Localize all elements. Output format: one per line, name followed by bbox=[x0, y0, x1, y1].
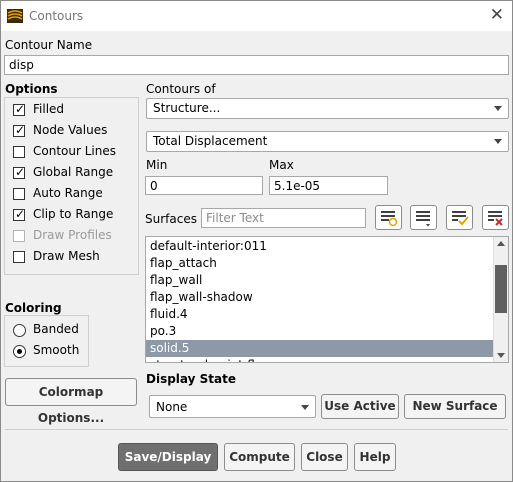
title-bar: Contours ✕ bbox=[1, 1, 512, 31]
option-label: Contour Lines bbox=[33, 144, 116, 158]
close-icon[interactable]: ✕ bbox=[490, 6, 504, 24]
help-button[interactable]: Help bbox=[354, 443, 396, 471]
select-all-icon bbox=[381, 211, 398, 227]
radio-label: Banded bbox=[33, 322, 79, 336]
chevron-down-icon bbox=[494, 139, 502, 144]
checkbox-box[interactable]: ✓ bbox=[13, 207, 26, 221]
select-all-surfaces-button[interactable] bbox=[375, 205, 402, 230]
scroll-down-icon[interactable] bbox=[497, 353, 505, 358]
chevron-down-icon bbox=[301, 405, 309, 410]
surface-list-item[interactable]: flap_wall-shadow bbox=[146, 289, 497, 306]
display-state-select[interactable]: None bbox=[149, 395, 316, 418]
contours-of-category-value: Structure... bbox=[153, 101, 221, 115]
new-surface-button[interactable]: New Surface bbox=[404, 394, 506, 419]
min-input[interactable]: 0 bbox=[145, 176, 263, 195]
surfaces-filter-input[interactable]: Filter Text bbox=[201, 208, 366, 228]
check-all-icon bbox=[452, 211, 469, 226]
coloring-group: Banded Smooth bbox=[4, 315, 89, 367]
surfaces-label: Surfaces bbox=[145, 212, 197, 226]
option-label: Auto Range bbox=[33, 186, 103, 200]
contour-name-input[interactable]: disp bbox=[4, 55, 509, 75]
checkbox-box[interactable]: ✓ bbox=[13, 165, 26, 179]
coloring-title: Coloring bbox=[5, 301, 62, 315]
max-value: 5.1e-05 bbox=[274, 179, 321, 193]
checkbox-box[interactable] bbox=[13, 188, 25, 200]
footer-divider bbox=[5, 429, 508, 430]
contours-of-label: Contours of bbox=[146, 82, 216, 96]
contours-of-quantity-select[interactable]: Total Displacement bbox=[146, 131, 509, 152]
option-label: Global Range bbox=[33, 165, 114, 179]
radio-label: Smooth bbox=[33, 343, 80, 357]
contours-of-quantity-value: Total Displacement bbox=[153, 134, 268, 148]
contours-dialog: Contours ✕ Contour Name disp Options ✓ Fi… bbox=[0, 0, 513, 482]
checkbox-box[interactable] bbox=[13, 146, 25, 158]
min-label: Min bbox=[146, 158, 168, 172]
surface-list-item[interactable]: structural-point-flap bbox=[146, 357, 497, 362]
use-active-button[interactable]: Use Active bbox=[321, 394, 399, 419]
scroll-up-icon[interactable] bbox=[497, 241, 505, 246]
contour-name-value: disp bbox=[9, 58, 34, 72]
contour-name-label: Contour Name bbox=[5, 38, 93, 52]
surfaces-filter-placeholder: Filter Text bbox=[206, 211, 264, 225]
radio-circle[interactable] bbox=[13, 345, 26, 358]
contours-of-category-select[interactable]: Structure... bbox=[146, 98, 509, 119]
ansys-app-icon bbox=[7, 9, 23, 23]
checkmark-icon: ✓ bbox=[15, 123, 26, 137]
option-label: Draw Profiles bbox=[33, 228, 112, 242]
display-state-value: None bbox=[156, 400, 188, 414]
option-label: Draw Mesh bbox=[33, 249, 100, 263]
display-state-label: Display State bbox=[146, 372, 236, 386]
checkbox-box[interactable]: ✓ bbox=[13, 123, 26, 137]
compute-button[interactable]: Compute bbox=[224, 443, 295, 471]
chevron-down-icon bbox=[494, 106, 502, 111]
surfaces-list[interactable]: default-interior:011 flap_attach flap_wall… bbox=[145, 236, 509, 363]
deselect-all-surfaces-button[interactable] bbox=[482, 205, 509, 230]
max-input[interactable]: 5.1e-05 bbox=[269, 176, 388, 195]
checkbox-box bbox=[13, 230, 25, 242]
filter-list-icon bbox=[416, 211, 430, 227]
options-group: ✓ Filled ✓ Node Values Contour Lines ✓ Global … bbox=[4, 97, 139, 275]
deselect-all-icon bbox=[488, 211, 503, 226]
checkbox-box[interactable] bbox=[13, 251, 25, 263]
close-button[interactable]: Close bbox=[301, 443, 348, 471]
filter-surfaces-button[interactable] bbox=[410, 205, 437, 230]
min-value: 0 bbox=[150, 179, 158, 193]
surface-list-item[interactable]: flap_attach bbox=[146, 255, 497, 272]
new-surface-label: New Surface bbox=[412, 399, 498, 413]
radio-circle[interactable] bbox=[13, 324, 26, 337]
surfaces-scrollbar[interactable] bbox=[493, 237, 508, 362]
surface-list-item[interactable]: default-interior:011 bbox=[146, 238, 497, 255]
window-title: Contours bbox=[29, 9, 84, 23]
max-label: Max bbox=[269, 158, 294, 172]
colormap-options-button[interactable]: Colormap Options... bbox=[5, 378, 137, 425]
checkmark-icon: ✓ bbox=[15, 102, 26, 116]
option-label: Clip to Range bbox=[33, 207, 114, 221]
checkmark-icon: ✓ bbox=[15, 165, 26, 179]
check-all-surfaces-button[interactable] bbox=[446, 205, 473, 230]
option-label: Node Values bbox=[33, 123, 108, 137]
surface-list-item[interactable]: solid.5 bbox=[146, 340, 497, 357]
checkmark-icon: ✓ bbox=[15, 207, 26, 221]
checkbox-box[interactable]: ✓ bbox=[13, 102, 26, 116]
scroll-thumb[interactable] bbox=[495, 265, 507, 313]
option-label: Filled bbox=[33, 102, 65, 116]
save-display-button[interactable]: Save/Display bbox=[118, 443, 218, 471]
surface-list-item[interactable]: flap_wall bbox=[146, 272, 497, 289]
surface-list-item[interactable]: fluid.4 bbox=[146, 306, 497, 323]
options-title: Options bbox=[5, 82, 58, 96]
surface-list-item[interactable]: po.3 bbox=[146, 323, 497, 340]
